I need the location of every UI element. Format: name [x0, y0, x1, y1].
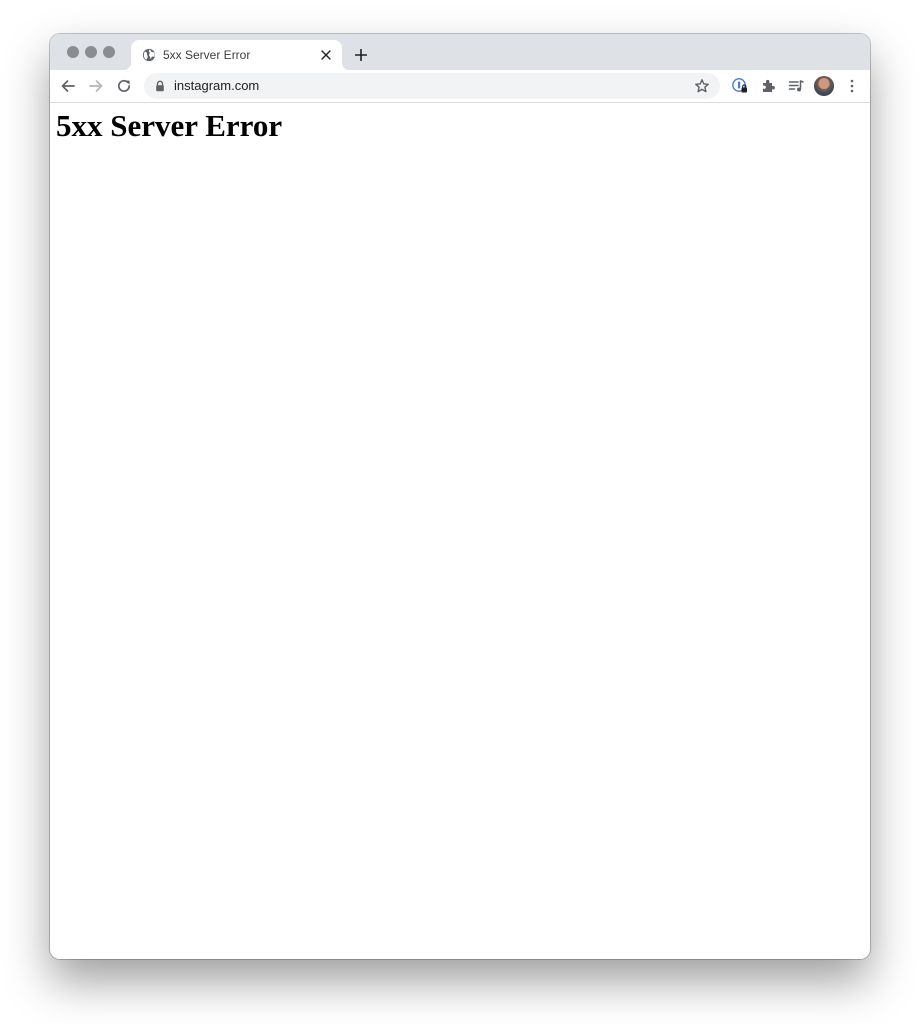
vertical-dots-icon [850, 79, 854, 93]
tab-strip: 5xx Server Error [50, 34, 870, 70]
address-bar[interactable]: instagram.com [144, 73, 720, 99]
browser-window: 5xx Server Error instagram.com 5xx Serve… [50, 34, 870, 959]
active-tab[interactable]: 5xx Server Error [123, 40, 350, 70]
minimize-window-button[interactable] [85, 46, 97, 58]
tab-title: 5xx Server Error [163, 48, 251, 62]
address-text: instagram.com [174, 78, 260, 93]
password-manager-icon [732, 78, 747, 93]
error-heading: 5xx Server Error [56, 108, 283, 143]
maximize-window-button[interactable] [103, 46, 115, 58]
close-icon [321, 50, 331, 60]
browser-toolbar: instagram.com [50, 70, 870, 103]
arrow-left-icon [61, 80, 75, 92]
globe-icon [142, 48, 156, 62]
page-content: 5xx Server Error [50, 103, 870, 959]
plus-icon [355, 49, 367, 61]
browser-menu-button[interactable] [842, 76, 862, 96]
close-window-button[interactable] [67, 46, 79, 58]
back-button[interactable] [58, 76, 78, 96]
profile-avatar[interactable] [814, 76, 834, 96]
password-manager-extension-button[interactable] [730, 76, 750, 96]
new-tab-button[interactable] [352, 46, 370, 64]
reload-icon [118, 79, 131, 92]
star-icon[interactable] [694, 78, 710, 94]
forward-button[interactable] [86, 76, 106, 96]
tab-close-button[interactable] [318, 47, 334, 63]
puzzle-icon [763, 79, 775, 92]
extensions-button[interactable] [758, 76, 778, 96]
media-control-button[interactable] [786, 76, 806, 96]
media-playlist-icon [788, 80, 804, 92]
reload-button[interactable] [114, 76, 134, 96]
arrow-right-icon [89, 80, 103, 92]
lock-icon [156, 80, 164, 92]
